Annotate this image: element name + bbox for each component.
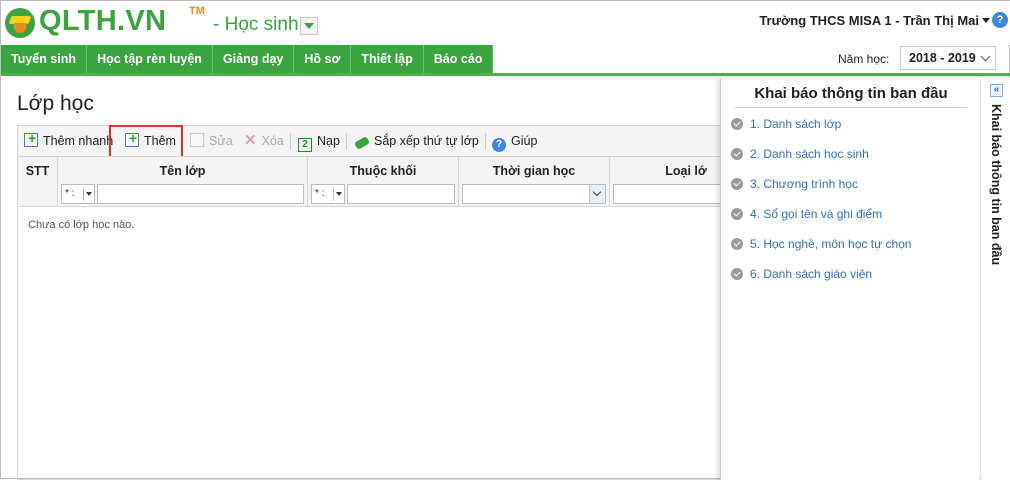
page-title: Lớp học [17,92,94,115]
empty-grid-message: Chưa có lớp học nào. [28,219,135,231]
module-dropdown-icon[interactable] [300,17,318,35]
highlight-box [109,125,183,158]
side-item-danh-sach-lop[interactable]: 1. Danh sách lớp [731,115,841,133]
side-item-danh-sach-hoc-sinh[interactable]: 2. Danh sách học sinh [731,145,869,163]
check-circle-icon [731,208,743,220]
check-circle-icon [731,148,743,160]
filter-input-thuoc-khoi[interactable] [347,184,455,204]
edit-button[interactable]: Sửa [190,133,233,149]
nav-tab-hoc-tap-ren-luyen[interactable]: Học tập rèn luyện [87,45,213,73]
collapse-panel-icon[interactable]: « [990,84,1003,97]
toolbar-divider [290,133,291,150]
col-title-ten-lop[interactable]: Tên lớp [58,164,307,178]
side-item-label: 4. Sổ gọi tên và ghi điểm [750,207,883,221]
nav-tabs: Tuyển sinh Học tập rèn luyện Giảng dạy H… [1,45,494,73]
add-icon [24,130,38,147]
top-header: QLTH.VN TM - Học sinh Trường THCS MISA 1… [1,1,1010,45]
side-panel-vertical-title[interactable]: Khai báo thông tin ban đầu [989,104,1003,265]
side-item-label: 2. Danh sách học sinh [750,147,869,161]
check-circle-icon [731,268,743,280]
logo-text: QLTH.VN [39,5,167,37]
col-title-thoi-gian-hoc[interactable]: Thời gian học [459,164,609,178]
col-loai-lop: Loại lớ [610,157,728,207]
reload-button[interactable]: 2 Nạp [298,133,340,152]
sort-classes-button[interactable]: Sắp xếp thứ tự lớp [353,133,479,150]
delete-x-icon: ✕ [244,132,257,149]
toolbar-divider [485,133,486,150]
check-circle-icon [731,118,743,130]
reload-label: Nạp [317,134,340,148]
side-item-label: 6. Danh sách giáo viên [750,267,873,281]
school-year-value: 2018 - 2019 [909,51,976,65]
caret-down-icon [86,192,92,196]
col-stt: STT [18,157,58,207]
toolbar-divider [346,133,347,150]
reload-icon: 2 [298,138,312,152]
edit-icon [190,133,204,147]
check-circle-icon [731,238,743,250]
user-menu[interactable]: Trường THCS MISA 1 - Trần Thị Mai [759,13,979,28]
delete-button[interactable]: ✕ Xóa [244,133,284,149]
col-title-thuoc-khoi[interactable]: Thuộc khối [308,164,458,178]
help-icon[interactable]: ? [992,12,1008,28]
filter-operator-label: * : [65,188,75,199]
nav-tab-giang-day[interactable]: Giảng dạy [212,45,295,73]
side-item-label: 3. Chương trình học [750,177,858,191]
filter-operator-ten-lop[interactable]: * : [61,184,95,204]
quick-add-label: Thêm nhanh [43,134,114,148]
filter-input-ten-lop[interactable] [97,184,304,204]
col-ten-lop: Tên lớp * : [58,157,308,207]
logo-trademark: TM [189,5,205,17]
class-grid: STT Tên lớp * : Thuộc khối * : Thời gian… [17,156,728,480]
help-label: Giúp [511,134,538,148]
nav-tab-bao-cao[interactable]: Báo cáo [423,45,494,73]
side-item-label: 5. Học nghề, môn học tự chọn [750,237,912,251]
logo-icon [5,8,35,38]
filter-select-thoi-gian-hoc[interactable] [462,184,606,204]
sort-label: Sắp xếp thứ tự lớp [374,134,479,148]
check-circle-icon [731,178,743,190]
chevron-down-icon[interactable] [589,185,605,203]
side-item-hoc-nghe[interactable]: 5. Học nghề, môn học tự chọn [731,235,911,253]
nav-tab-thiet-lap[interactable]: Thiết lập [351,45,424,73]
quick-add-button[interactable]: Thêm nhanh [24,130,114,149]
col-thoi-gian-hoc: Thời gian học [459,157,610,207]
grid-header: STT Tên lớp * : Thuộc khối * : Thời gian… [18,157,728,207]
nav-tab-ho-so[interactable]: Hồ sơ [294,45,352,73]
filter-operator-label: * : [315,188,325,199]
school-year-label: Năm học: [838,52,890,66]
delete-label: Xóa [261,134,284,148]
module-name: - Học sinh [213,14,299,35]
nav-tab-tuyen-sinh[interactable]: Tuyển sinh [1,45,88,73]
help-icon: ? [492,138,506,152]
school-year-select[interactable]: 2018 - 2019 [900,46,996,70]
side-panel-collapsed-strip: « Khai báo thông tin ban đầu [980,78,1010,480]
filter-input-loai-lop[interactable] [613,184,728,204]
sort-icon [353,136,371,150]
chevron-down-icon [980,51,991,62]
edit-label: Sửa [209,134,233,148]
user-caret-icon[interactable] [982,18,990,23]
side-panel-title: Khai báo thông tin ban đầu [735,85,967,108]
side-item-danh-sach-giao-vien[interactable]: 6. Danh sách giáo viên [731,265,872,283]
col-title-stt[interactable]: STT [18,164,57,178]
col-thuoc-khoi: Thuộc khối * : [308,157,459,207]
help-button[interactable]: ? Giúp [492,133,538,152]
side-item-label: 1. Danh sách lớp [750,117,842,131]
setup-side-panel: Khai báo thông tin ban đầu 1. Danh sách … [720,78,979,480]
main-navbar: Tuyển sinh Học tập rèn luyện Giảng dạy H… [1,45,1010,76]
side-item-chuong-trinh-hoc[interactable]: 3. Chương trình học [731,175,858,193]
side-item-so-goi-ten[interactable]: 4. Sổ gọi tên và ghi điểm [731,205,882,223]
caret-down-icon [336,192,342,196]
filter-operator-thuoc-khoi[interactable]: * : [311,184,345,204]
app-window: QLTH.VN TM - Học sinh Trường THCS MISA 1… [0,0,1010,480]
